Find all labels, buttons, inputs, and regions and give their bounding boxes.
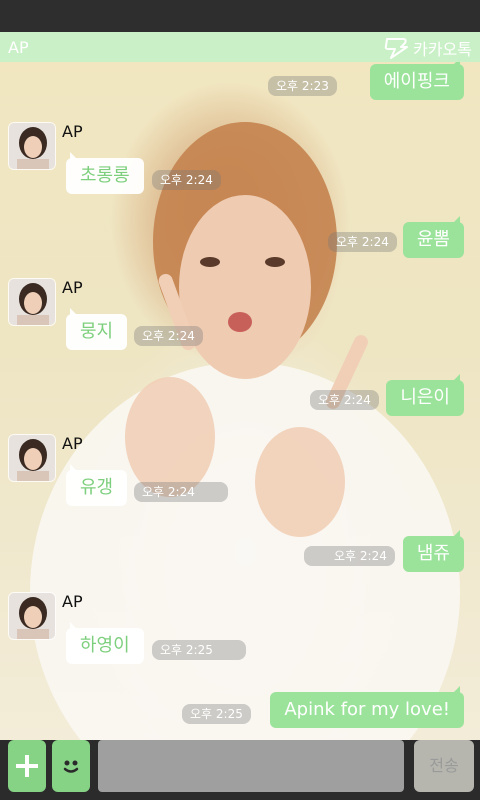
- message-bubble[interactable]: 유갱: [66, 464, 128, 506]
- send-button[interactable]: 전송: [414, 740, 474, 792]
- kakao-bolt-icon: [384, 38, 409, 59]
- brand-name: 카카오톡: [413, 40, 472, 59]
- avatar-image: [9, 123, 55, 169]
- attach-button[interactable]: [8, 740, 46, 792]
- avatar[interactable]: [8, 278, 56, 326]
- status-bar: [0, 0, 480, 32]
- sender-name: AP: [62, 592, 83, 611]
- message-bubble[interactable]: 뭉지: [66, 308, 128, 350]
- message-bubble[interactable]: 하영이: [66, 622, 144, 664]
- chat-title-bar: AP 카카오톡: [0, 32, 480, 62]
- chat-background: 오후 2:23 에이핑크 AP 초롱롱 오후 2:24 오후 2:24 윤뽐 A…: [0, 32, 480, 740]
- avatar-image: [9, 435, 55, 481]
- message-time: 오후 2:24: [310, 390, 379, 410]
- message-bubble[interactable]: 냄쥬: [402, 530, 464, 572]
- message-time: 오후 2:25: [182, 704, 251, 724]
- emoticon-button[interactable]: [52, 740, 90, 792]
- message-time: 오후 2:24: [152, 170, 221, 190]
- avatar-image: [9, 593, 55, 639]
- message-input[interactable]: [98, 740, 404, 792]
- brand-logo: 카카오톡: [383, 36, 472, 60]
- message-bubble[interactable]: 윤뽐: [402, 216, 464, 258]
- message-time: 오후 2:23: [268, 76, 337, 96]
- sender-name: AP: [62, 122, 83, 141]
- smiley-icon: [63, 760, 79, 773]
- message-bubble[interactable]: 에이핑크: [369, 58, 464, 100]
- avatar[interactable]: [8, 122, 56, 170]
- message-time: 오후 2:25: [152, 640, 246, 660]
- sender-name: AP: [62, 434, 83, 453]
- message-time: 오후 2:24: [304, 546, 395, 566]
- message-bubble[interactable]: 니은이: [386, 374, 464, 416]
- plus-icon: [16, 755, 38, 777]
- message-bubble[interactable]: Apink for my love!: [270, 686, 464, 728]
- avatar[interactable]: [8, 434, 56, 482]
- message-time: 오후 2:24: [328, 232, 397, 252]
- message-time: 오후 2:24: [134, 482, 228, 502]
- sender-name: AP: [62, 278, 83, 297]
- message-bubble[interactable]: 초롱롱: [66, 152, 144, 194]
- message-time: 오후 2:24: [134, 326, 203, 346]
- chat-room-title[interactable]: AP: [8, 38, 29, 57]
- avatar-image: [9, 279, 55, 325]
- avatar[interactable]: [8, 592, 56, 640]
